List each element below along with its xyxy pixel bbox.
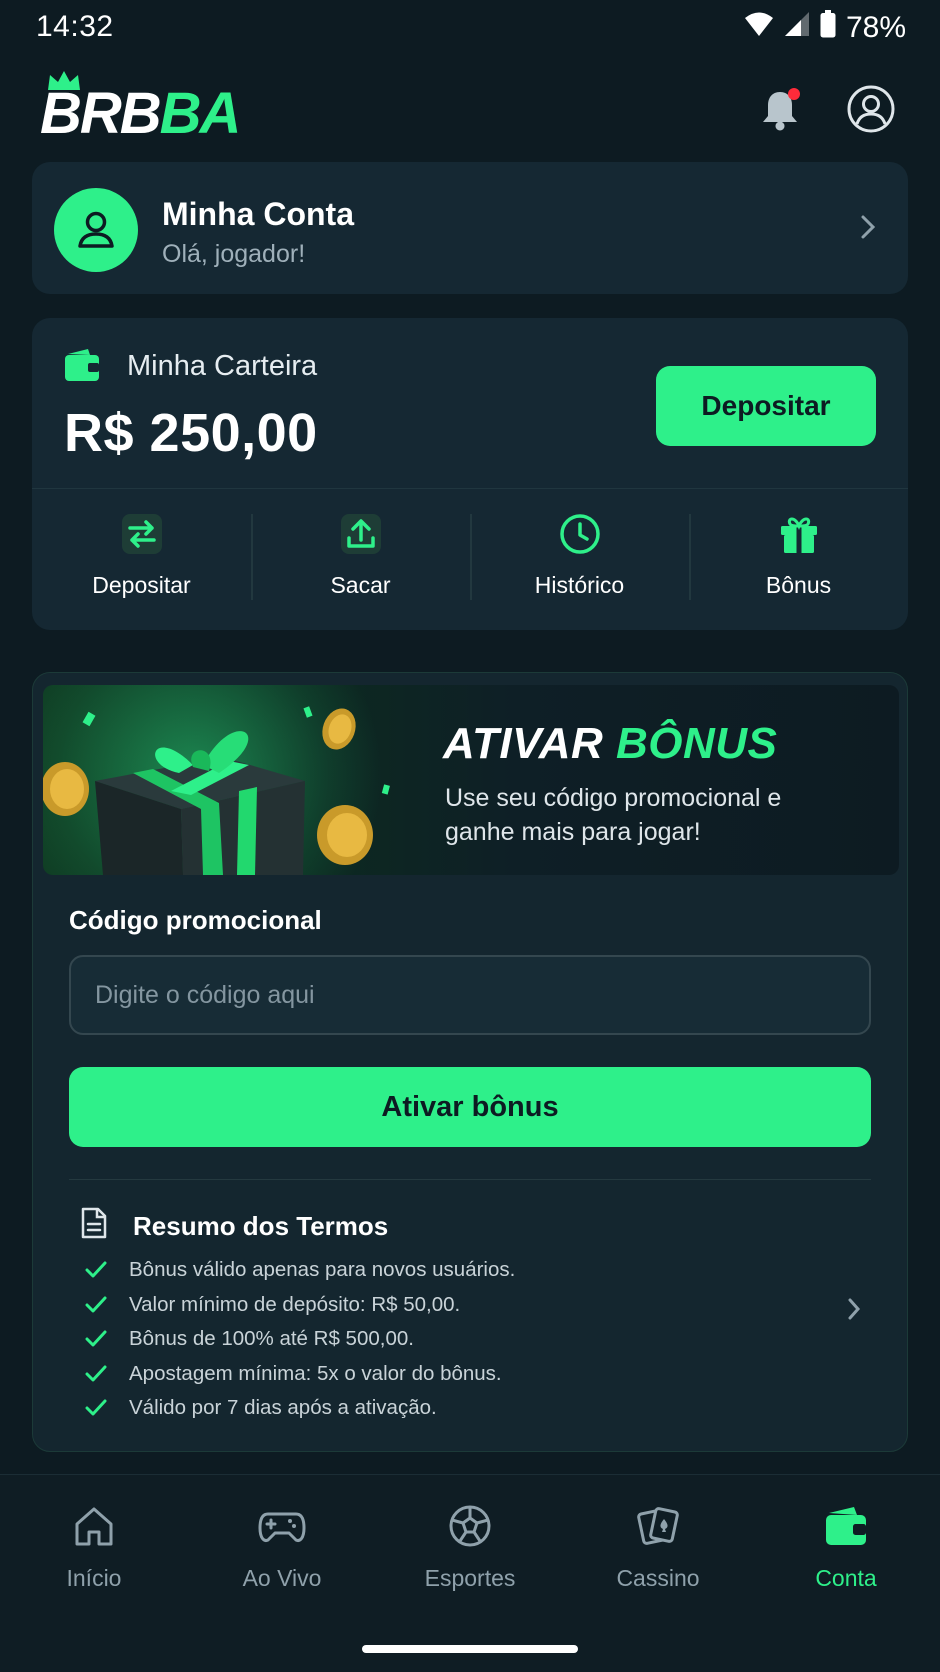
nav-label: Esportes [424, 1565, 516, 1591]
notification-bell[interactable] [756, 86, 804, 134]
wallet-title: Minha Carteira [127, 350, 318, 382]
status-time: 14:32 [36, 10, 114, 43]
nav-label: Ao Vivo [242, 1565, 322, 1591]
quick-action-label: Histórico [534, 572, 625, 598]
battery-percent: 78% [845, 11, 906, 44]
wallet-balance: R$ 250,00 [64, 403, 318, 463]
promo-code-input[interactable] [69, 955, 871, 1035]
ball-icon [445, 1501, 495, 1551]
notification-dot [788, 88, 800, 100]
logo-text: BRBBA [40, 81, 241, 146]
terms-item: Válido por 7 dias após a ativação. [85, 1391, 515, 1426]
coin-icon [43, 762, 89, 816]
nav-item-esportes[interactable]: Esportes [376, 1501, 564, 1592]
quick-action-bonus[interactable]: Bônus [689, 504, 908, 624]
check-icon [85, 1330, 129, 1348]
wallet-card: Minha Carteira R$ 250,00 Depositar Depos… [32, 318, 908, 630]
coin-icon [317, 805, 373, 865]
terms-item: Apostagem mínima: 5x o valor do bônus. [85, 1357, 515, 1392]
wallet-icon [821, 1501, 871, 1551]
nav-label: Início [66, 1565, 122, 1591]
divider [69, 1179, 871, 1180]
check-icon [85, 1296, 129, 1314]
user-circle-icon [847, 85, 895, 133]
account-title: Minha Conta [162, 196, 354, 232]
wifi-icon [744, 11, 774, 45]
banner-subtitle: Use seu código promocional e ganhe mais … [445, 784, 782, 846]
terms-item: Bônus de 100% até R$ 500,00. [85, 1322, 515, 1357]
nav-label: Cassino [616, 1565, 700, 1591]
bonus-banner: ATIVAR BÔNUS Use seu código promocional … [43, 685, 899, 875]
bottom-nav: Início Ao Vivo Esportes Cassino Conta [0, 1474, 940, 1672]
gift-box-illustration [43, 706, 390, 875]
avatar [54, 188, 138, 272]
home-icon [69, 1501, 119, 1551]
cards-icon [633, 1501, 683, 1551]
account-greeting: Olá, jogador! [162, 240, 306, 268]
quick-action-label: Sacar [330, 572, 391, 598]
quick-action-label: Bônus [765, 572, 832, 598]
check-icon [85, 1261, 129, 1279]
coin-icon [322, 708, 356, 750]
clock-icon [558, 512, 602, 556]
terms-title: Resumo dos Termos [133, 1211, 389, 1241]
promo-code-label: Código promocional [69, 905, 322, 935]
terms-item: Valor mínimo de depósito: R$ 50,00. [85, 1288, 515, 1323]
bonus-card: ATIVAR BÔNUS Use seu código promocional … [32, 672, 908, 1452]
signal-icon [784, 11, 810, 45]
nav-item-cassino[interactable]: Cassino [564, 1501, 752, 1592]
terms-item: Bônus válido apenas para novos usuários. [85, 1253, 515, 1288]
profile-button[interactable] [846, 84, 896, 134]
battery-icon [820, 10, 836, 46]
check-icon [85, 1399, 129, 1417]
gamepad-icon [257, 1501, 307, 1551]
upload-icon [339, 512, 383, 556]
banner-title: ATIVAR BÔNUS [443, 719, 778, 768]
nav-item-ao-vivo[interactable]: Ao Vivo [188, 1501, 376, 1592]
activate-bonus-button[interactable]: Ativar bônus [69, 1067, 871, 1147]
chevron-right-icon[interactable] [845, 1295, 863, 1323]
divider [32, 488, 908, 489]
home-indicator[interactable] [362, 1645, 578, 1653]
quick-action-label: Depositar [92, 572, 191, 598]
gift-icon [777, 512, 821, 556]
quick-action-withdraw[interactable]: Sacar [251, 504, 470, 624]
status-icons: 78% [744, 10, 906, 46]
nav-item-conta[interactable]: Conta [752, 1501, 940, 1592]
brand-logo[interactable]: BRBBA [40, 70, 250, 146]
terms-list: Bônus válido apenas para novos usuários.… [85, 1253, 515, 1426]
quick-actions: Depositar Sacar Histórico Bônus [32, 504, 908, 624]
nav-label: Conta [815, 1565, 877, 1591]
deposit-button[interactable]: Depositar [656, 366, 876, 446]
chevron-right-icon [861, 215, 876, 239]
document-icon [81, 1207, 107, 1239]
wallet-icon [65, 349, 99, 381]
quick-action-deposit[interactable]: Depositar [32, 504, 251, 624]
account-card[interactable]: Minha Conta Olá, jogador! [32, 162, 908, 294]
check-icon [85, 1365, 129, 1383]
quick-action-history[interactable]: Histórico [470, 504, 689, 624]
user-icon [78, 211, 114, 248]
nav-item-inicio[interactable]: Início [0, 1501, 188, 1592]
transfer-icon [120, 512, 164, 556]
